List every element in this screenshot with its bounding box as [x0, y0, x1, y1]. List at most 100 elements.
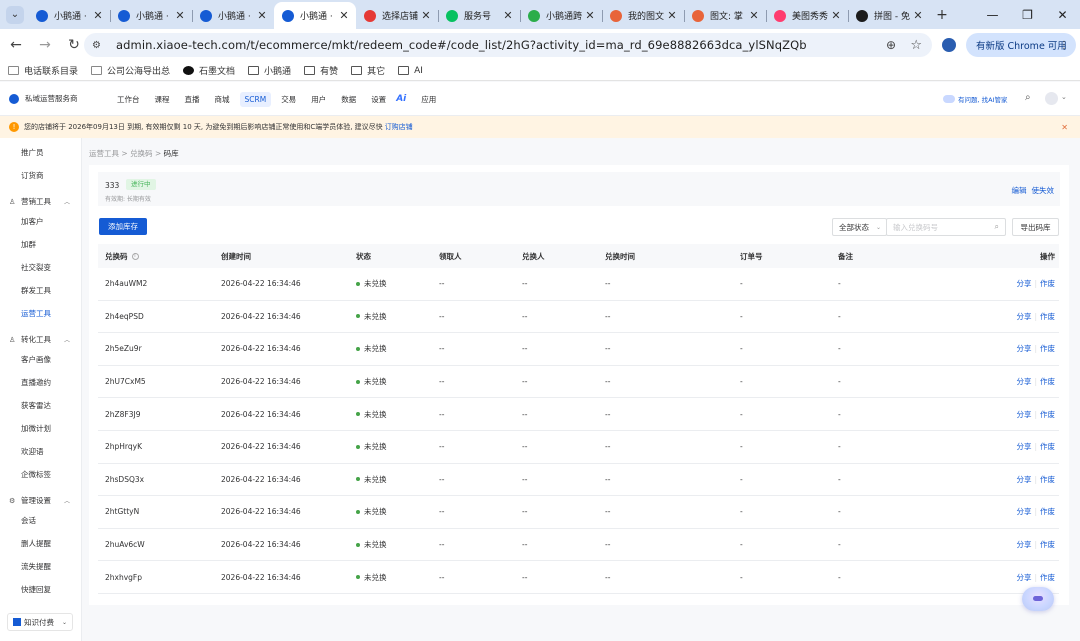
share-link[interactable]: 分享	[1016, 343, 1031, 354]
sidebar-item[interactable]: 直播邀约	[21, 377, 51, 388]
void-link[interactable]: 作废	[1040, 409, 1055, 420]
void-link[interactable]: 作废	[1040, 539, 1055, 550]
sidebar-item[interactable]: 客户画像	[21, 354, 51, 365]
close-tab-icon[interactable]: ✕	[256, 9, 268, 22]
sidebar-item[interactable]: 运营工具	[21, 308, 51, 319]
close-window-icon[interactable]: ✕	[1045, 0, 1080, 29]
sidebar-item[interactable]: 推广员	[21, 147, 44, 158]
invalidate-link[interactable]: 使失效	[1032, 186, 1055, 195]
bookmark-item[interactable]: 电话联系目录	[8, 64, 78, 77]
chrome-update-button[interactable]: 有新版 Chrome 可用 ⋮	[966, 33, 1076, 57]
nav-item[interactable]: 数据	[336, 91, 361, 108]
close-tab-icon[interactable]: ✕	[912, 9, 924, 22]
sidebar-item[interactable]: 订货商	[21, 170, 44, 181]
sidebar-item[interactable]: 社交裂变	[21, 262, 51, 273]
nav-item[interactable]: 用户	[306, 91, 331, 108]
close-tab-icon[interactable]: ✕	[174, 9, 186, 22]
browser-tab[interactable]: 选择店铺 ✕	[356, 2, 438, 29]
bookmark-star-icon[interactable]: ☆	[910, 38, 922, 53]
share-link[interactable]: 分享	[1016, 409, 1031, 420]
nav-item[interactable]: 交易	[276, 91, 301, 108]
browser-tab[interactable]: 小鹅通 · ✕	[28, 2, 110, 29]
sidebar-item[interactable]: 会话	[21, 515, 36, 526]
void-link[interactable]: 作废	[1040, 572, 1055, 583]
sidebar-group[interactable]: ♙ 转化工具 ︿	[9, 334, 70, 345]
close-tab-icon[interactable]: ✕	[830, 9, 842, 22]
forward-arrow-icon[interactable]: →	[32, 32, 58, 58]
browser-tab[interactable]: 小鹅通 · ✕	[110, 2, 192, 29]
bookmark-item[interactable]: AI	[398, 66, 423, 76]
void-link[interactable]: 作废	[1040, 343, 1055, 354]
export-library-button[interactable]: 导出码库	[1012, 218, 1059, 236]
nav-item[interactable]: 商城	[210, 91, 235, 108]
ai-assistant-float-icon[interactable]	[1022, 587, 1054, 611]
sidebar-item[interactable]: 获客雷达	[21, 400, 51, 411]
void-link[interactable]: 作废	[1040, 474, 1055, 485]
share-link[interactable]: 分享	[1016, 539, 1031, 550]
browser-tab[interactable]: 拼图 - 免 ✕	[848, 2, 930, 29]
nav-item[interactable]: 工作台	[112, 91, 145, 108]
bookmark-item[interactable]: 小鹅通	[248, 64, 291, 77]
add-stock-button[interactable]: 添加库存	[99, 218, 147, 235]
new-tab-button[interactable]: +	[932, 7, 952, 23]
share-link[interactable]: 分享	[1016, 506, 1031, 517]
bookmark-item[interactable]: 公司公海导出总	[91, 64, 170, 77]
share-link[interactable]: 分享	[1016, 474, 1031, 485]
sidebar-item[interactable]: 群发工具	[21, 285, 51, 296]
close-tab-icon[interactable]: ✕	[92, 9, 104, 22]
user-avatar[interactable]	[1045, 92, 1058, 105]
browser-tab[interactable]: 小鹅通 · ✕	[192, 2, 274, 29]
share-link[interactable]: 分享	[1016, 441, 1031, 452]
void-link[interactable]: 作废	[1040, 441, 1055, 452]
close-tab-icon[interactable]: ✕	[666, 9, 678, 22]
ai-nav-icon[interactable]: Ai	[396, 94, 406, 104]
address-bar[interactable]: ⚙ admin.xiaoe-tech.com/t/ecommerce/mkt/r…	[84, 33, 932, 57]
void-link[interactable]: 作废	[1040, 278, 1055, 289]
void-link[interactable]: 作废	[1040, 506, 1055, 517]
tab-search-chevron-icon[interactable]: ⌄	[6, 5, 24, 24]
browser-tab[interactable]: 小鹅通 · ✕	[274, 2, 356, 29]
sidebar-item[interactable]: 快捷回复	[21, 584, 51, 595]
minimize-icon[interactable]: —	[975, 0, 1010, 29]
sidebar-item[interactable]: 欢迎语	[21, 446, 44, 457]
brand[interactable]: 私域运营服务商	[9, 93, 78, 104]
browser-tab[interactable]: 小鹅通跨 ✕	[520, 2, 602, 29]
renew-store-link[interactable]: 订购店铺	[385, 122, 413, 132]
zoom-icon[interactable]: ⊕	[886, 38, 896, 52]
sidebar-group[interactable]: ⚙ 管理设置 ︿	[9, 495, 70, 506]
share-link[interactable]: 分享	[1016, 311, 1031, 322]
site-settings-icon[interactable]: ⚙	[92, 40, 106, 51]
close-tab-icon[interactable]: ✕	[584, 9, 596, 22]
browser-tab[interactable]: 图文: 掌 ✕	[684, 2, 766, 29]
browser-tab[interactable]: 服务号 ✕	[438, 2, 520, 29]
sidebar-group[interactable]: ♙ 营销工具 ︿	[9, 196, 70, 207]
sidebar-item[interactable]: 企微标签	[21, 469, 51, 480]
nav-item-apps[interactable]: 应用	[416, 91, 441, 108]
restore-icon[interactable]: ❐	[1010, 0, 1045, 29]
close-tab-icon[interactable]: ✕	[748, 9, 760, 22]
profile-avatar[interactable]	[942, 38, 956, 52]
back-arrow-icon[interactable]: ←	[3, 32, 29, 58]
bookmark-item[interactable]: 有赞	[304, 64, 338, 77]
info-icon[interactable]: i	[131, 252, 139, 260]
status-filter-select[interactable]: 全部状态 ⌄	[832, 218, 887, 236]
sidebar-item[interactable]: 加群	[21, 239, 36, 250]
close-tab-icon[interactable]: ✕	[338, 9, 350, 22]
breadcrumb-item[interactable]: 运营工具	[89, 149, 119, 158]
sidebar-item[interactable]: 加客户	[21, 216, 44, 227]
bookmark-item[interactable]: 其它	[351, 64, 385, 77]
ai-assistant-link[interactable]: 有问题, 找AI管家	[943, 94, 1008, 104]
header-search-icon[interactable]: ⌕	[1025, 92, 1031, 103]
void-link[interactable]: 作废	[1040, 376, 1055, 387]
nav-item[interactable]: SCRM	[239, 91, 272, 107]
more-menu-icon[interactable]: ⋮	[1059, 40, 1069, 51]
code-search-input[interactable]	[893, 222, 993, 232]
browser-tab[interactable]: 美图秀秀 ✕	[766, 2, 848, 29]
nav-item[interactable]: 课程	[150, 91, 175, 108]
share-link[interactable]: 分享	[1016, 376, 1031, 387]
sidebar-item[interactable]: 加微计划	[21, 423, 51, 434]
close-notice-icon[interactable]: ✕	[1061, 123, 1068, 132]
sidebar-item[interactable]: 删人提醒	[21, 538, 51, 549]
url-text[interactable]: admin.xiaoe-tech.com/t/ecommerce/mkt/red…	[116, 38, 807, 52]
search-icon[interactable]: ⌕	[995, 222, 999, 232]
